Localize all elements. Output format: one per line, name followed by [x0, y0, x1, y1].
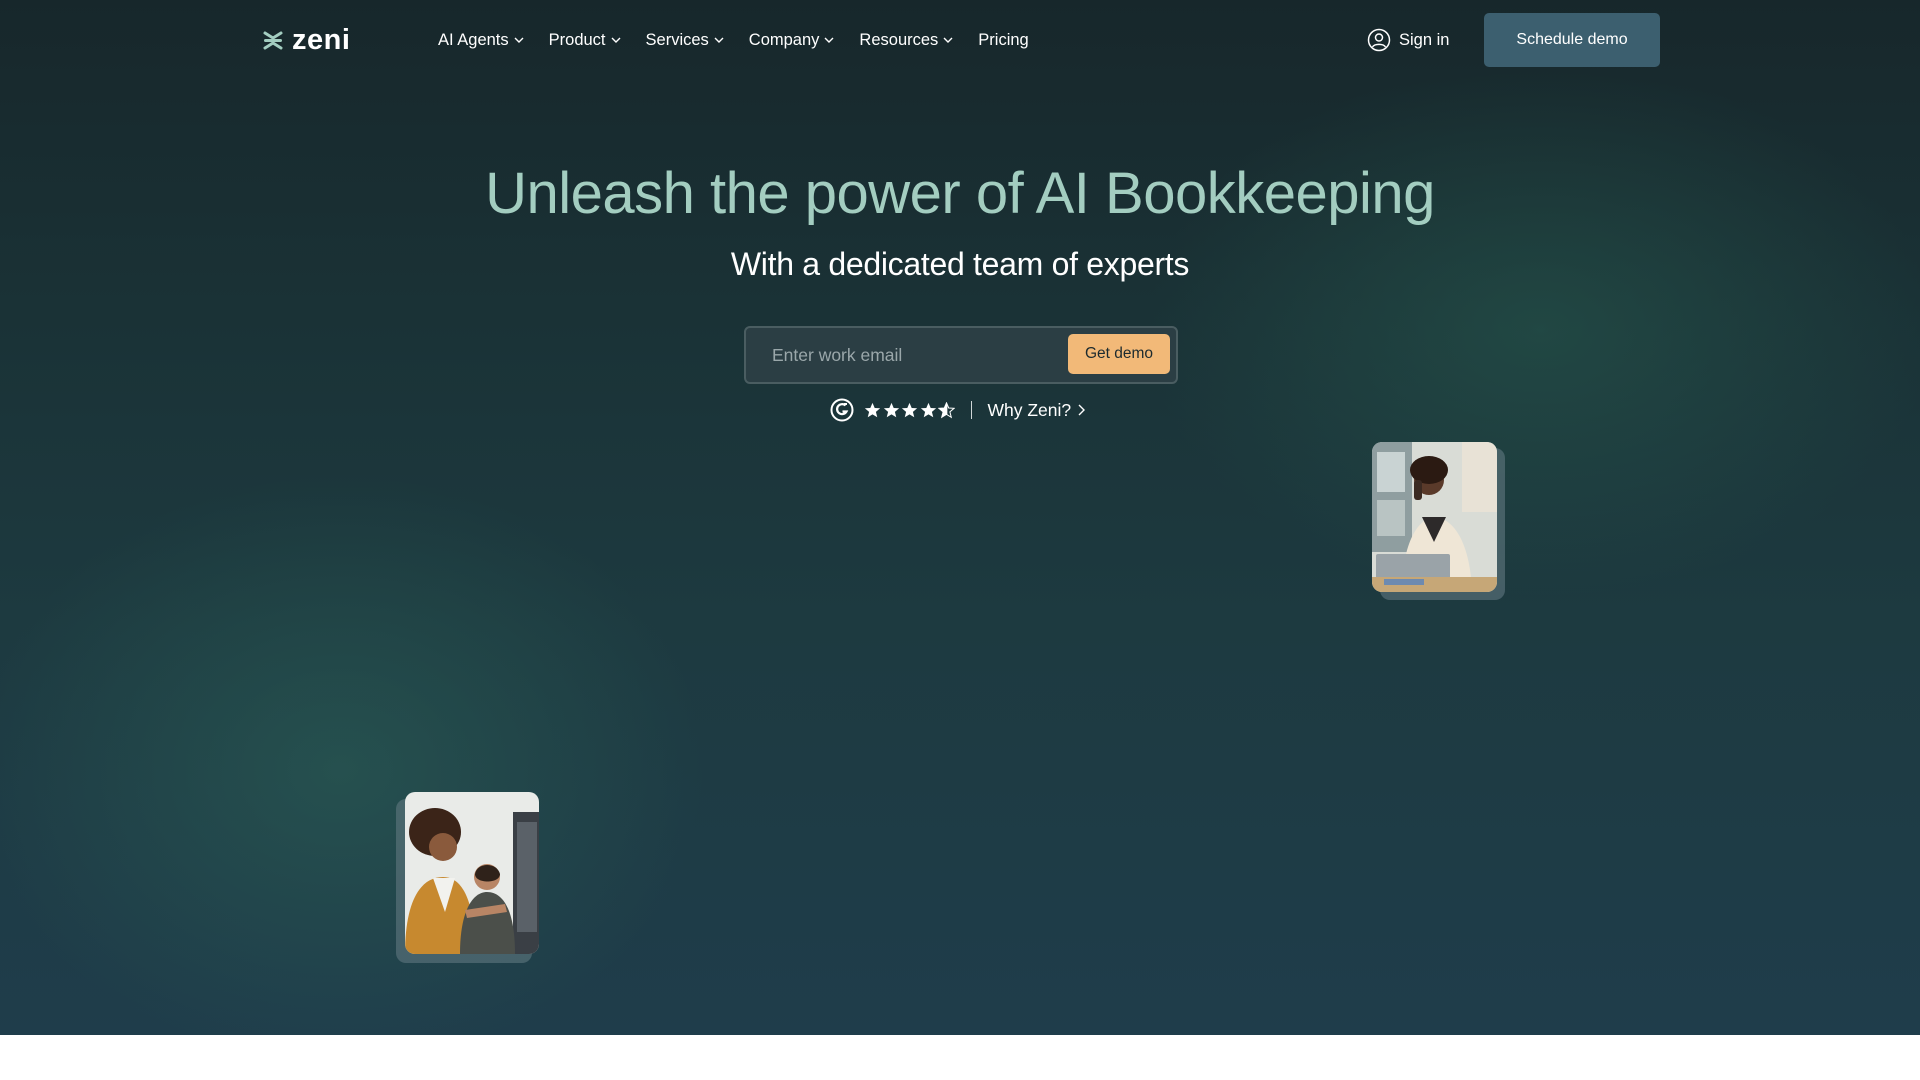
get-demo-button[interactable]: Get demo [1068, 334, 1170, 374]
star-rating [864, 401, 957, 419]
nav-item-label: Pricing [978, 30, 1029, 49]
nav-item-services[interactable]: Services [646, 31, 725, 50]
star-icon [883, 402, 899, 417]
nav-item-company[interactable]: Company [749, 31, 836, 50]
nav-item-label: Resources [859, 30, 939, 49]
chevron-right-icon [1078, 404, 1086, 416]
nav-item-ai-agents[interactable]: AI Agents [438, 31, 525, 50]
email-form: Get demo [744, 326, 1178, 384]
schedule-demo-button[interactable]: Schedule demo [1484, 13, 1660, 67]
hero-section: zeni AI Agents Product Services Company … [0, 0, 1920, 1035]
work-email-input[interactable] [770, 342, 1054, 368]
photo-coworkers-at-desk [405, 792, 539, 954]
nav-item-label: Services [645, 30, 709, 49]
rating-row: Why Zeni? [830, 398, 1087, 422]
star-icon [864, 402, 881, 417]
top-nav: zeni AI Agents Product Services Company … [0, 0, 1920, 80]
chevron-down-icon [611, 37, 621, 43]
divider [970, 401, 972, 419]
chevron-down-icon [514, 37, 524, 43]
chevron-down-icon [714, 37, 724, 43]
nav-item-product[interactable]: Product [549, 31, 622, 50]
sign-in-label: Sign in [1399, 30, 1450, 49]
nav-item-label: Company [748, 30, 820, 49]
star-icon [901, 402, 918, 417]
nav-item-pricing[interactable]: Pricing [978, 31, 1028, 50]
sign-in-link[interactable]: Sign in [1367, 28, 1449, 52]
g2-logo-icon [830, 398, 854, 422]
chevron-down-icon [943, 37, 953, 43]
zeni-logo-icon [263, 31, 283, 50]
brand-name: zeni [292, 24, 351, 56]
chevron-down-icon [824, 37, 834, 43]
hero-subtitle: With a dedicated team of experts [730, 246, 1190, 282]
nav-item-label: AI Agents [438, 30, 509, 49]
brand-logo[interactable]: zeni [262, 24, 351, 56]
nav-menu: AI Agents Product Services Company Resou… [438, 26, 1053, 54]
star-icon [920, 402, 936, 417]
nav-item-label: Product [548, 30, 606, 49]
photo-woman-on-phone [1372, 442, 1497, 592]
why-zeni-link[interactable]: Why Zeni? [988, 400, 1088, 421]
why-zeni-label: Why Zeni? [987, 399, 1072, 420]
hero-title: Unleash the power of AI Bookkeeping [485, 161, 1435, 226]
star-half-icon [938, 401, 955, 418]
nav-item-resources[interactable]: Resources [859, 31, 954, 50]
user-circle-icon [1367, 28, 1391, 52]
